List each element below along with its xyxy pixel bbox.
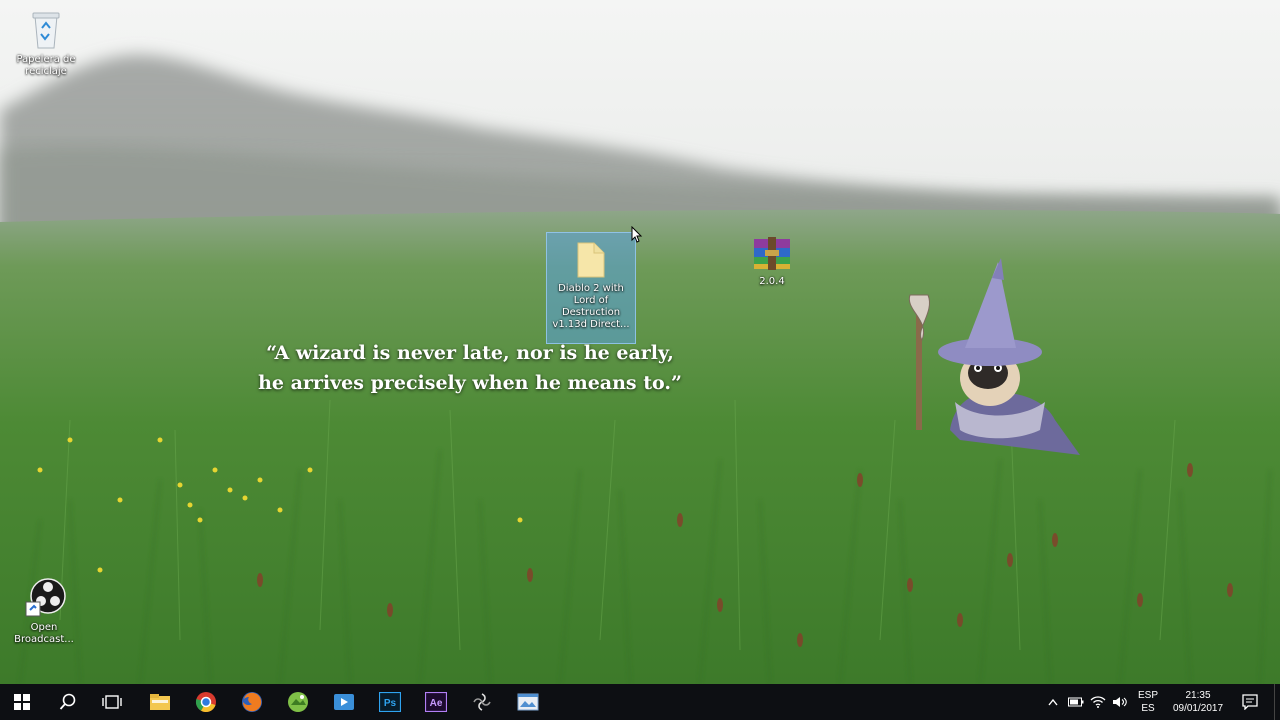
image-viewer-icon (517, 693, 539, 711)
clock-time: 21:35 (1185, 690, 1211, 701)
quote-line-1: “A wizard is never late, nor is he early… (266, 342, 674, 364)
gallery-app-button[interactable] (276, 684, 320, 720)
winrar-archive-shortcut[interactable]: 2.0.4 (734, 236, 810, 288)
wallpaper-quote: “A wizard is never late, nor is he early… (250, 338, 690, 398)
network-tray-button[interactable] (1088, 684, 1108, 720)
wifi-icon (1090, 696, 1106, 708)
obs-label: Open Broadcast... (14, 622, 74, 645)
clock-date: 09/01/2017 (1172, 703, 1224, 714)
file-explorer-button[interactable] (138, 684, 182, 720)
photoshop-button[interactable]: Ps (368, 684, 412, 720)
recycle-bin-icon (32, 12, 60, 49)
winrar-label: 2.0.4 (759, 276, 785, 287)
firefox-icon (242, 692, 262, 712)
after-effects-button[interactable]: Ae (414, 684, 458, 720)
mouse-cursor-icon (631, 226, 643, 243)
media-app-button[interactable] (322, 684, 366, 720)
search-icon (59, 693, 76, 710)
obs-taskbar-button[interactable] (460, 684, 504, 720)
task-view-button[interactable] (90, 684, 134, 720)
after-effects-icon: Ae (425, 692, 447, 712)
windows-start-icon (14, 694, 30, 710)
language-secondary: ES (1141, 703, 1155, 714)
chrome-icon (195, 692, 216, 713)
show-hidden-icons-button[interactable] (1044, 684, 1062, 720)
action-center-button[interactable] (1236, 684, 1264, 720)
taskbar: Ps Ae ESP ES 21:35 09/01/2017 (0, 684, 1280, 720)
obs-icon (25, 578, 66, 617)
battery-tray-button[interactable] (1066, 684, 1086, 720)
gallery-app-icon (288, 692, 308, 712)
svg-text:Ps: Ps (384, 698, 397, 709)
notification-icon (1242, 694, 1258, 710)
recycle-bin-icon-shortcut[interactable]: Papelera de reciclaje (8, 10, 84, 78)
quote-line-2: he arrives precisely when he means to.” (258, 372, 682, 394)
chrome-button[interactable] (184, 684, 228, 720)
firefox-button[interactable] (230, 684, 274, 720)
photoshop-icon: Ps (379, 692, 401, 712)
volume-tray-button[interactable] (1110, 684, 1130, 720)
clock-button[interactable]: 21:35 09/01/2017 (1166, 684, 1230, 720)
input-language-button[interactable]: ESP ES (1134, 684, 1162, 720)
obs-shortcut[interactable]: Open Broadcast... (6, 576, 82, 646)
speaker-icon (1113, 697, 1127, 707)
obs-taskbar-icon (473, 693, 491, 711)
file-explorer-icon (150, 694, 170, 710)
folder-icon (577, 242, 605, 278)
language-primary: ESP (1137, 690, 1158, 701)
task-view-icon (102, 695, 122, 709)
diablo-folder-shortcut[interactable]: Diablo 2 with Lord of Destruction v1.13d… (546, 232, 636, 344)
diablo-folder-label: Diablo 2 with Lord of Destruction v1.13d… (552, 283, 630, 330)
image-viewer-button[interactable] (506, 684, 550, 720)
winrar-icon (754, 237, 790, 270)
svg-text:Ae: Ae (430, 698, 443, 709)
battery-icon (1068, 697, 1084, 707)
recycle-bin-label: Papelera de reciclaje (16, 54, 76, 77)
media-app-icon (334, 694, 354, 710)
start-button[interactable] (0, 684, 44, 720)
chevron-up-icon (1048, 698, 1058, 706)
show-desktop-button[interactable] (1274, 684, 1280, 720)
search-button[interactable] (46, 684, 90, 720)
